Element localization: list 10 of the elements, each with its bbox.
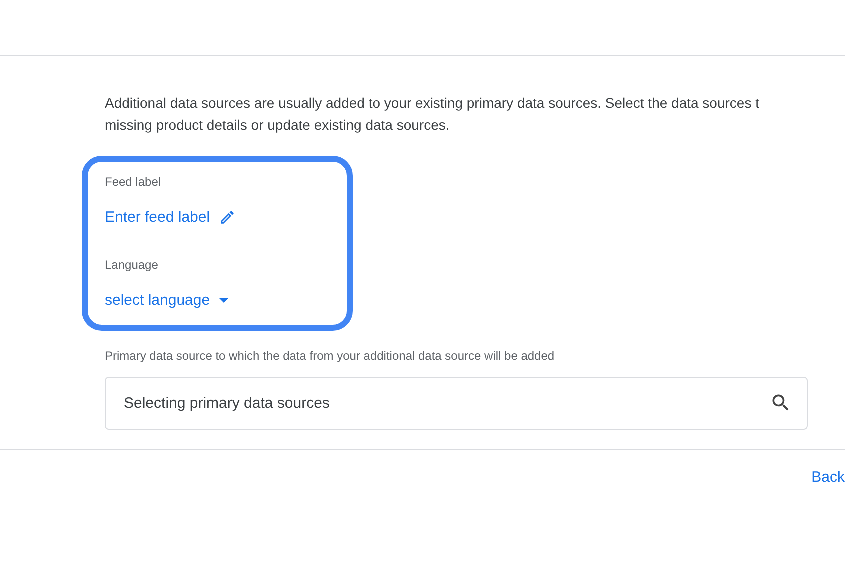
field-label: Primary data source to which the data from your additional data source will be added [105,349,555,363]
feed-label-button[interactable]: Enter feed label [105,209,236,226]
field-label: Language [105,258,158,272]
search-field[interactable]: Selecting primary data sources [105,377,808,430]
back-button[interactable]: Back [812,469,845,486]
language-dropdown[interactable]: select language [105,292,230,309]
caret-icon [219,298,230,303]
field-label: Feed label [105,175,162,189]
description-text: Additional data sources are usually added to your existing primary data sources. Select the data sources t missing product details or update existing data sources. [105,94,760,135]
pencil-icon [219,209,236,226]
